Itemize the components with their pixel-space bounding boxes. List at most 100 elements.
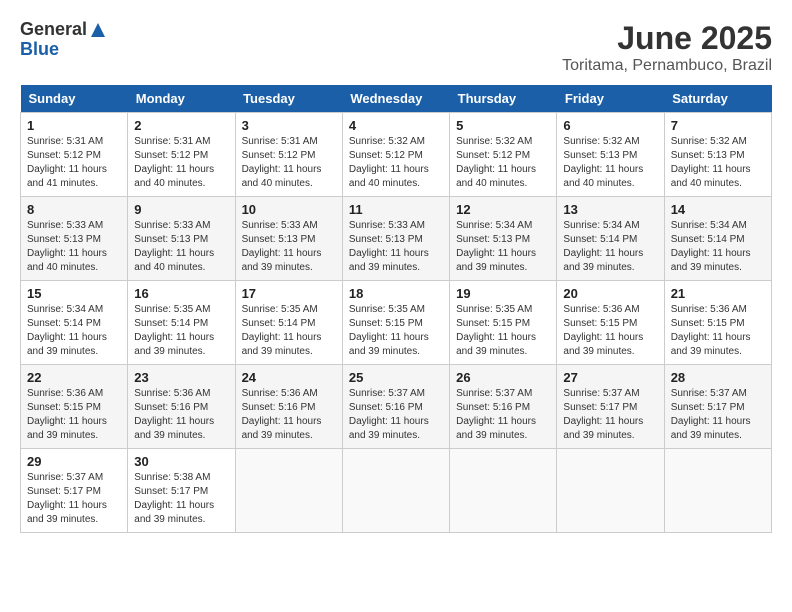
day-info: Sunrise: 5:32 AM Sunset: 5:13 PM Dayligh… [671, 135, 765, 191]
table-row: 25 Sunrise: 5:37 AM Sunset: 5:16 PM Dayli… [342, 365, 449, 449]
logo-general: General [20, 20, 87, 40]
table-row: 28Sunrise: 5:37 AM Sunset: 5:17 PM Dayli… [664, 365, 771, 449]
day-number: 13 [563, 202, 657, 217]
logo-blue: Blue [20, 39, 59, 59]
day-info: Sunrise: 5:31 AM Sunset: 5:12 PM Dayligh… [134, 135, 228, 191]
table-row: 21Sunrise: 5:36 AM Sunset: 5:15 PM Dayli… [664, 281, 771, 365]
day-number: 30 [134, 454, 228, 469]
day-number: 20 [563, 286, 657, 301]
calendar-week-row: 1 Sunrise: 5:31 AM Sunset: 5:12 PM Daylig… [21, 113, 772, 197]
day-info: Sunrise: 5:34 AM Sunset: 5:13 PM Dayligh… [456, 219, 550, 275]
day-number: 18 [349, 286, 443, 301]
day-info: Sunrise: 5:37 AM Sunset: 5:17 PM Dayligh… [27, 471, 121, 527]
table-row: 14Sunrise: 5:34 AM Sunset: 5:14 PM Dayli… [664, 197, 771, 281]
table-row: 30 Sunrise: 5:38 AM Sunset: 5:17 PM Dayli… [128, 449, 235, 533]
day-info: Sunrise: 5:37 AM Sunset: 5:17 PM Dayligh… [671, 387, 765, 443]
page-header: General Blue June 2025 Toritama, Pernamb… [20, 20, 772, 75]
table-row: 2 Sunrise: 5:31 AM Sunset: 5:12 PM Daylig… [128, 113, 235, 197]
table-row: 3 Sunrise: 5:31 AM Sunset: 5:12 PM Daylig… [235, 113, 342, 197]
day-info: Sunrise: 5:36 AM Sunset: 5:16 PM Dayligh… [242, 387, 336, 443]
day-info: Sunrise: 5:31 AM Sunset: 5:12 PM Dayligh… [242, 135, 336, 191]
day-info: Sunrise: 5:32 AM Sunset: 5:13 PM Dayligh… [563, 135, 657, 191]
table-row: 26 Sunrise: 5:37 AM Sunset: 5:16 PM Dayli… [450, 365, 557, 449]
day-number: 25 [349, 370, 443, 385]
table-row: 8 Sunrise: 5:33 AM Sunset: 5:13 PM Daylig… [21, 197, 128, 281]
table-row: 7 Sunrise: 5:32 AM Sunset: 5:13 PM Daylig… [664, 113, 771, 197]
day-number: 6 [563, 118, 657, 133]
table-row: 29 Sunrise: 5:37 AM Sunset: 5:17 PM Dayli… [21, 449, 128, 533]
location-subtitle: Toritama, Pernambuco, Brazil [562, 57, 772, 75]
day-number: 7 [671, 118, 765, 133]
table-row: 15 Sunrise: 5:34 AM Sunset: 5:14 PM Dayli… [21, 281, 128, 365]
day-number: 17 [242, 286, 336, 301]
calendar-header-row: Sunday Monday Tuesday Wednesday Thursday… [21, 85, 772, 113]
table-row: 20 Sunrise: 5:36 AM Sunset: 5:15 PM Dayli… [557, 281, 664, 365]
table-row: 11 Sunrise: 5:33 AM Sunset: 5:13 PM Dayli… [342, 197, 449, 281]
table-row [342, 449, 449, 533]
day-info: Sunrise: 5:33 AM Sunset: 5:13 PM Dayligh… [27, 219, 121, 275]
day-number: 23 [134, 370, 228, 385]
table-row: 13 Sunrise: 5:34 AM Sunset: 5:14 PM Dayli… [557, 197, 664, 281]
calendar-week-row: 22Sunrise: 5:36 AM Sunset: 5:15 PM Dayli… [21, 365, 772, 449]
day-number: 11 [349, 202, 443, 217]
table-row: 22Sunrise: 5:36 AM Sunset: 5:15 PM Dayli… [21, 365, 128, 449]
day-info: Sunrise: 5:36 AM Sunset: 5:15 PM Dayligh… [563, 303, 657, 359]
table-row: 18 Sunrise: 5:35 AM Sunset: 5:15 PM Dayli… [342, 281, 449, 365]
day-info: Sunrise: 5:32 AM Sunset: 5:12 PM Dayligh… [456, 135, 550, 191]
day-info: Sunrise: 5:38 AM Sunset: 5:17 PM Dayligh… [134, 471, 228, 527]
col-wednesday: Wednesday [342, 85, 449, 113]
day-info: Sunrise: 5:33 AM Sunset: 5:13 PM Dayligh… [349, 219, 443, 275]
table-row: 5 Sunrise: 5:32 AM Sunset: 5:12 PM Daylig… [450, 113, 557, 197]
table-row: 6 Sunrise: 5:32 AM Sunset: 5:13 PM Daylig… [557, 113, 664, 197]
day-info: Sunrise: 5:37 AM Sunset: 5:16 PM Dayligh… [349, 387, 443, 443]
day-number: 8 [27, 202, 121, 217]
day-number: 21 [671, 286, 765, 301]
day-info: Sunrise: 5:32 AM Sunset: 5:12 PM Dayligh… [349, 135, 443, 191]
month-title: June 2025 [562, 20, 772, 57]
table-row [450, 449, 557, 533]
day-number: 4 [349, 118, 443, 133]
table-row [557, 449, 664, 533]
calendar-week-row: 15 Sunrise: 5:34 AM Sunset: 5:14 PM Dayli… [21, 281, 772, 365]
table-row [235, 449, 342, 533]
col-monday: Monday [128, 85, 235, 113]
day-number: 5 [456, 118, 550, 133]
day-info: Sunrise: 5:34 AM Sunset: 5:14 PM Dayligh… [27, 303, 121, 359]
day-info: Sunrise: 5:33 AM Sunset: 5:13 PM Dayligh… [242, 219, 336, 275]
day-number: 9 [134, 202, 228, 217]
day-info: Sunrise: 5:34 AM Sunset: 5:14 PM Dayligh… [563, 219, 657, 275]
logo-arrow-icon [89, 21, 107, 39]
table-row: 19 Sunrise: 5:35 AM Sunset: 5:15 PM Dayli… [450, 281, 557, 365]
day-info: Sunrise: 5:31 AM Sunset: 5:12 PM Dayligh… [27, 135, 121, 191]
day-number: 27 [563, 370, 657, 385]
day-number: 29 [27, 454, 121, 469]
table-row: 23Sunrise: 5:36 AM Sunset: 5:16 PM Dayli… [128, 365, 235, 449]
day-number: 16 [134, 286, 228, 301]
day-info: Sunrise: 5:35 AM Sunset: 5:15 PM Dayligh… [349, 303, 443, 359]
day-number: 26 [456, 370, 550, 385]
table-row: 24Sunrise: 5:36 AM Sunset: 5:16 PM Dayli… [235, 365, 342, 449]
day-number: 1 [27, 118, 121, 133]
day-number: 3 [242, 118, 336, 133]
day-info: Sunrise: 5:37 AM Sunset: 5:16 PM Dayligh… [456, 387, 550, 443]
day-number: 2 [134, 118, 228, 133]
day-number: 12 [456, 202, 550, 217]
table-row [664, 449, 771, 533]
table-row: 27 Sunrise: 5:37 AM Sunset: 5:17 PM Dayli… [557, 365, 664, 449]
col-saturday: Saturday [664, 85, 771, 113]
table-row: 16 Sunrise: 5:35 AM Sunset: 5:14 PM Dayli… [128, 281, 235, 365]
logo-text: General Blue [20, 20, 109, 60]
table-row: 17 Sunrise: 5:35 AM Sunset: 5:14 PM Dayli… [235, 281, 342, 365]
table-row: 4 Sunrise: 5:32 AM Sunset: 5:12 PM Daylig… [342, 113, 449, 197]
table-row: 9Sunrise: 5:33 AM Sunset: 5:13 PM Daylig… [128, 197, 235, 281]
calendar-table: Sunday Monday Tuesday Wednesday Thursday… [20, 85, 772, 533]
day-number: 15 [27, 286, 121, 301]
day-info: Sunrise: 5:35 AM Sunset: 5:14 PM Dayligh… [242, 303, 336, 359]
day-info: Sunrise: 5:35 AM Sunset: 5:15 PM Dayligh… [456, 303, 550, 359]
col-tuesday: Tuesday [235, 85, 342, 113]
day-info: Sunrise: 5:37 AM Sunset: 5:17 PM Dayligh… [563, 387, 657, 443]
day-info: Sunrise: 5:35 AM Sunset: 5:14 PM Dayligh… [134, 303, 228, 359]
table-row: 1 Sunrise: 5:31 AM Sunset: 5:12 PM Daylig… [21, 113, 128, 197]
day-number: 19 [456, 286, 550, 301]
col-thursday: Thursday [450, 85, 557, 113]
